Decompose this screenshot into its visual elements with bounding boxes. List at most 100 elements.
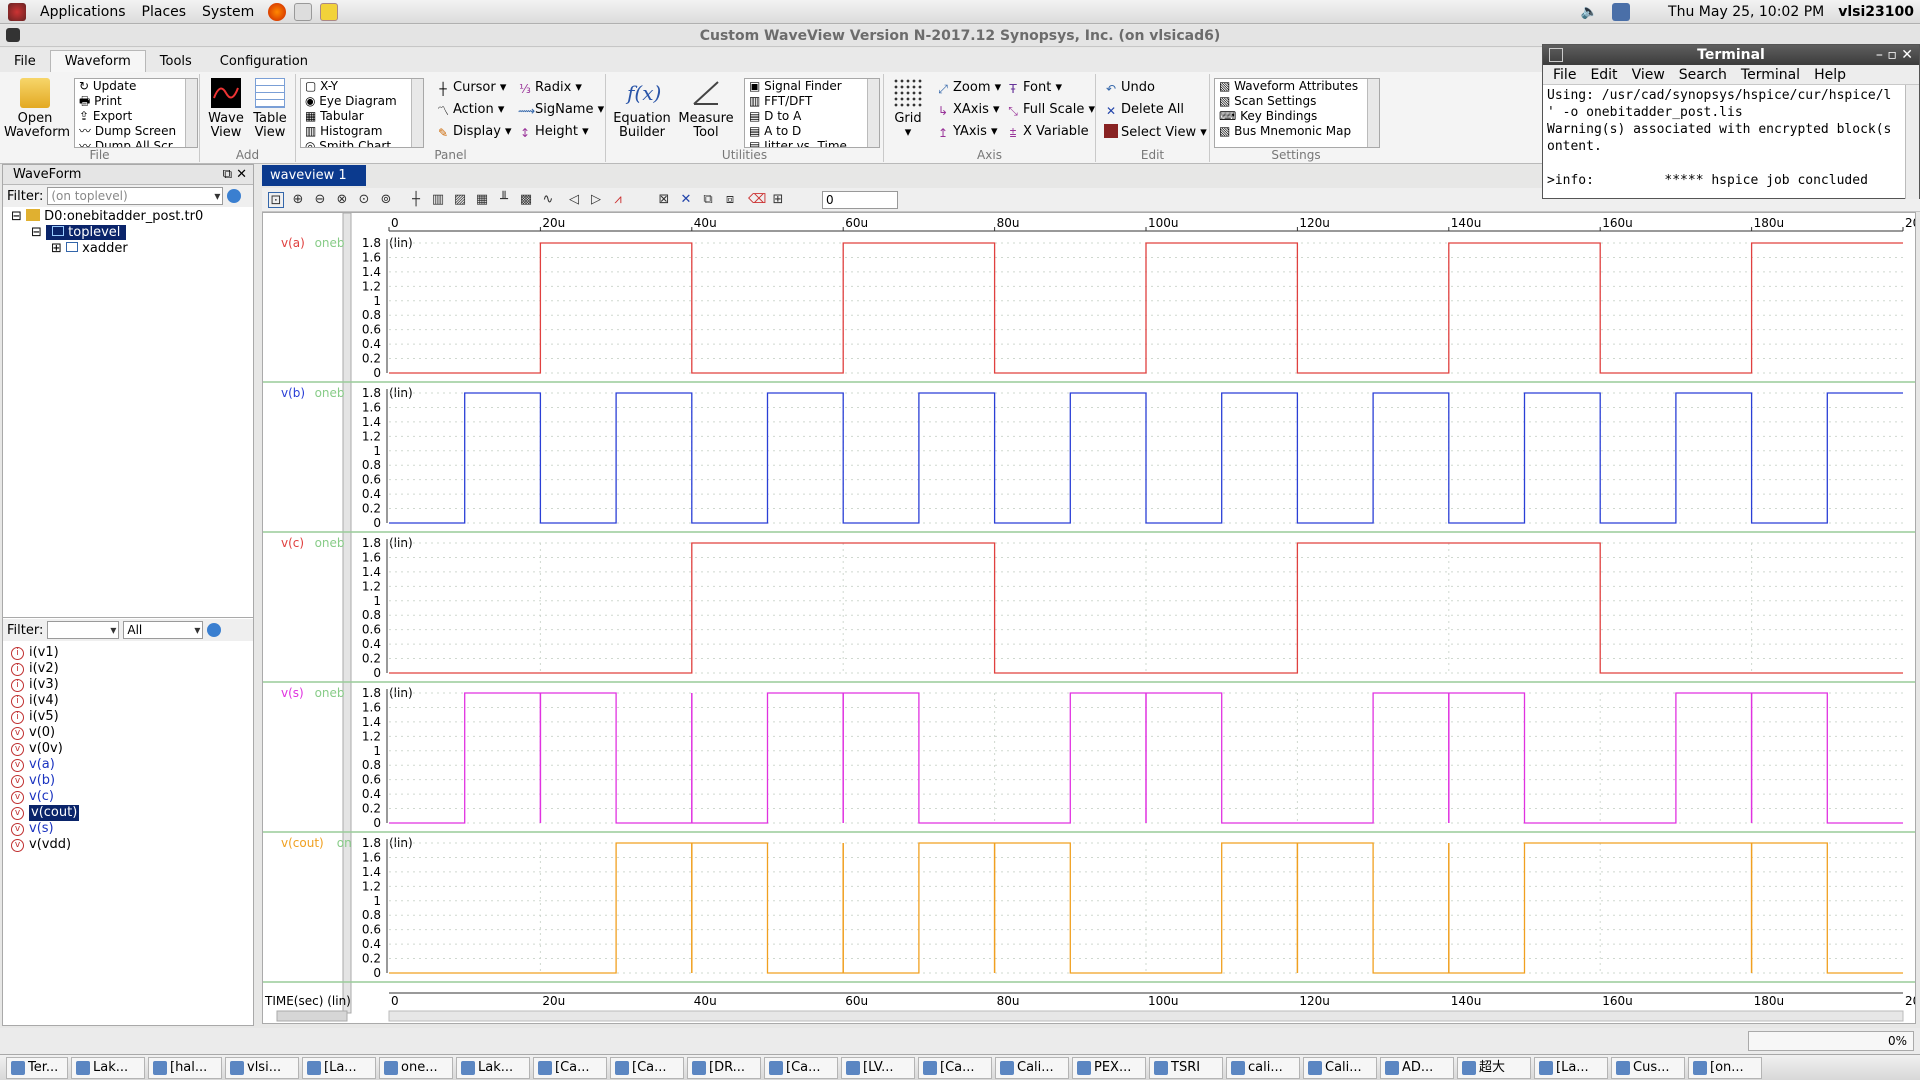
file-actions-list[interactable]: ↻ Update 🖶 Print ⇪ Export 〰 Dump Screen …: [74, 78, 198, 148]
smith-chart-item[interactable]: ◎ Smith Chart: [301, 139, 423, 147]
scale-icon[interactable]: ▨: [452, 192, 468, 208]
x-variable-button[interactable]: ⩲ X Variable: [1006, 124, 1088, 140]
firefox-icon[interactable]: [268, 2, 287, 21]
signal-filter-input[interactable]: [47, 621, 120, 639]
terminal-scrollbar[interactable]: [1905, 85, 1919, 199]
gnome-foot-icon[interactable]: [8, 2, 26, 21]
radix-button[interactable]: ⅓ Radix ▾: [518, 80, 582, 96]
terminal-titlebar[interactable]: Terminal – ▫ ✕: [1543, 45, 1919, 65]
signal-finder-item[interactable]: ▣ Signal Finder: [745, 79, 879, 94]
x-position-input[interactable]: 0: [822, 191, 898, 209]
taskbar-item[interactable]: Lak...: [71, 1056, 145, 1079]
menu-applications[interactable]: Applications: [32, 4, 134, 20]
terminal-menu-search[interactable]: Search: [1679, 65, 1727, 84]
signal-label[interactable]: v(cout): [281, 836, 324, 850]
settings-list[interactable]: ▧ Waveform Attributes ▧ Scan Settings ⌨ …: [1214, 78, 1380, 148]
terminal-window[interactable]: Terminal – ▫ ✕ File Edit View Search Termina…: [1542, 44, 1920, 199]
scan-settings-item[interactable]: ▧ Scan Settings: [1215, 94, 1379, 109]
snapshot-icon[interactable]: ⊠: [656, 192, 672, 208]
grid-icon[interactable]: ▩: [518, 192, 534, 208]
zoom-fit-icon[interactable]: ⊗: [334, 192, 350, 208]
vertical-scrollbar[interactable]: [342, 212, 352, 1014]
delta-icon[interactable]: ╨: [496, 192, 512, 208]
signal-item[interactable]: v v(0v): [3, 741, 253, 757]
delete-all-button[interactable]: ✕ Delete All: [1104, 102, 1184, 118]
waveform-trace[interactable]: [389, 392, 1903, 524]
taskbar-item[interactable]: [Ca...: [764, 1056, 838, 1079]
measure-icon[interactable]: ⊞: [770, 192, 786, 208]
signal-item[interactable]: v v(s): [3, 821, 253, 837]
taskbar-item[interactable]: vlsi...: [225, 1056, 299, 1079]
signal-item[interactable]: v v(b): [3, 773, 253, 789]
fft-item[interactable]: ▥ FFT/DFT: [745, 94, 879, 109]
delete-icon[interactable]: ✕: [678, 192, 694, 208]
yaxis-button[interactable]: ↥ YAxis ▾: [936, 124, 998, 140]
volume-icon[interactable]: 🔈: [1581, 4, 1598, 20]
tree-node-toplevel[interactable]: ⊟ toplevel: [3, 225, 253, 241]
menu-tools[interactable]: Tools: [146, 51, 206, 72]
signal-label[interactable]: v(a): [281, 236, 305, 250]
taskbar-item[interactable]: [LV...: [841, 1056, 915, 1079]
bus-mnemonic-item[interactable]: ▧ Bus Mnemonic Map: [1215, 124, 1379, 139]
taskbar-item[interactable]: [Ca...: [918, 1056, 992, 1079]
signal-label[interactable]: v(c): [281, 536, 304, 550]
hierarchy-filter-input[interactable]: (on toplevel): [47, 187, 224, 205]
taskbar-item[interactable]: AD...: [1380, 1056, 1454, 1079]
signal-item[interactable]: v v(vdd): [3, 837, 253, 853]
notes-icon[interactable]: [320, 2, 339, 21]
taskbar-item[interactable]: [Ca...: [533, 1056, 607, 1079]
menu-waveform[interactable]: Waveform: [49, 50, 146, 72]
menu-system[interactable]: System: [194, 4, 262, 20]
undo-button[interactable]: ↶ Undo: [1104, 80, 1155, 96]
taskbar-item[interactable]: [La...: [1534, 1056, 1608, 1079]
eraser-icon[interactable]: ⌫: [748, 192, 766, 208]
signal-item[interactable]: i i(v5): [3, 709, 253, 725]
terminal-menu-terminal[interactable]: Terminal: [1741, 65, 1800, 84]
taskbar-item[interactable]: Cali...: [1303, 1056, 1377, 1079]
zoom-box-icon[interactable]: ⊡: [268, 192, 284, 208]
eye-diagram-item[interactable]: ◉ Eye Diagram: [301, 94, 423, 109]
stack-icon[interactable]: ⧈: [722, 192, 738, 208]
marker-icon[interactable]: ▦: [474, 192, 490, 208]
open-waveform-button[interactable]: Open Waveform: [4, 78, 70, 140]
table-view-button[interactable]: Table View: [250, 78, 290, 140]
tabular-item[interactable]: ▦ Tabular: [301, 109, 423, 124]
taskbar-item[interactable]: 超大: [1457, 1056, 1531, 1079]
wave-view-button[interactable]: Wave View: [206, 78, 246, 140]
tree-node-file[interactable]: ⊟ D0:onebitadder_post.tr0: [3, 209, 253, 225]
signal-label[interactable]: v(s): [281, 686, 304, 700]
taskbar-item[interactable]: [on...: [1688, 1056, 1762, 1079]
zoom-in-icon[interactable]: ⊕: [290, 192, 306, 208]
display-button[interactable]: ✎ Display ▾: [436, 124, 512, 140]
key-bindings-item[interactable]: ⌨ Key Bindings: [1215, 109, 1379, 124]
list-scrollbar[interactable]: [1367, 79, 1379, 147]
list-scrollbar[interactable]: [867, 79, 879, 147]
equation-builder-button[interactable]: f(x) Equation Builder: [610, 78, 674, 140]
grid-button[interactable]: Grid ▾: [888, 78, 928, 140]
terminal-menu-edit[interactable]: Edit: [1590, 65, 1617, 84]
label-scrollbar[interactable]: [276, 1010, 348, 1022]
taskbar-item[interactable]: Cus...: [1611, 1056, 1685, 1079]
zoom-out-icon[interactable]: ⊖: [312, 192, 328, 208]
export-item[interactable]: ⇪ Export: [75, 109, 197, 124]
taskbar-item[interactable]: Lak...: [456, 1056, 530, 1079]
dump-screen-item[interactable]: 〰 Dump Screen: [75, 124, 197, 139]
waveform-trace[interactable]: [389, 242, 1903, 374]
signal-item[interactable]: v v(0): [3, 725, 253, 741]
group-icon[interactable]: ⧉: [700, 192, 716, 208]
terminal-menu-help[interactable]: Help: [1814, 65, 1846, 84]
signal-item[interactable]: i i(v3): [3, 677, 253, 693]
terminal-output[interactable]: Using: /usr/cad/synopsys/hspice/cur/hspi…: [1543, 85, 1919, 191]
signame-button[interactable]: ⟿SigName ▾: [518, 102, 604, 118]
utilities-list[interactable]: ▣ Signal Finder ▥ FFT/DFT ▤ D to A ▤ A t…: [744, 78, 880, 148]
histogram-item[interactable]: ▥ Histogram: [301, 124, 423, 139]
window-controls[interactable]: – ▫ ✕: [1876, 45, 1913, 65]
wave-icon[interactable]: ∿: [540, 192, 556, 208]
terminal-menu-view[interactable]: View: [1632, 65, 1665, 84]
d-to-a-item[interactable]: ▤ D to A: [745, 109, 879, 124]
refresh-icon[interactable]: [227, 189, 242, 203]
xaxis-button[interactable]: ↳ XAxis ▾: [936, 102, 1000, 118]
taskbar-item[interactable]: cali...: [1226, 1056, 1300, 1079]
next-edge-icon[interactable]: ▷: [588, 192, 604, 208]
signal-item[interactable]: v v(cout): [3, 805, 253, 821]
